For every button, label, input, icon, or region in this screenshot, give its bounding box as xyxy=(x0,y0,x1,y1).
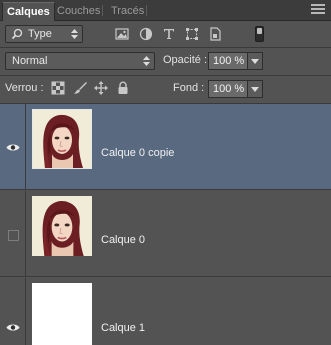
panel-menu-icon[interactable] xyxy=(311,4,325,16)
blend-mode-dropdown[interactable]: Normal xyxy=(5,52,155,70)
filter-toggle-switch[interactable] xyxy=(255,26,264,42)
divider xyxy=(0,47,331,48)
blend-row: Normal Opacité : 100 % xyxy=(0,49,331,73)
layer-thumbnail-white[interactable] xyxy=(32,283,92,345)
lock-row: Verrou : Fond : 100 % xyxy=(0,77,331,101)
filter-kind-dropdown[interactable]: Type xyxy=(5,25,83,43)
lock-pixels-brush-icon[interactable] xyxy=(73,81,87,95)
filter-kind-value: Type xyxy=(28,28,52,40)
eye-icon[interactable] xyxy=(6,323,20,332)
panel-tab-bar: Calques Couches Tracés xyxy=(0,0,331,21)
visibility-toggle-empty[interactable] xyxy=(8,230,19,241)
tab-traces[interactable]: Tracés xyxy=(107,2,148,21)
type-layer-filter-icon[interactable] xyxy=(160,25,178,43)
pixel-layer-filter-icon[interactable] xyxy=(113,25,131,43)
opacity-input[interactable]: 100 % xyxy=(208,52,248,70)
smart-object-filter-icon[interactable] xyxy=(206,25,224,43)
visibility-column[interactable] xyxy=(0,191,26,276)
blend-mode-value: Normal xyxy=(12,55,48,67)
tab-separator xyxy=(146,5,147,16)
layer-thumbnail-portrait[interactable] xyxy=(32,196,92,256)
layer-row-calque-0[interactable]: Calque 0 xyxy=(0,191,331,277)
search-icon xyxy=(11,28,23,40)
lock-all-padlock-icon[interactable] xyxy=(116,81,130,95)
layer-thumbnail-portrait[interactable] xyxy=(32,109,92,169)
layer-name[interactable]: Calque 0 xyxy=(101,234,145,246)
fill-input[interactable]: 100 % xyxy=(208,80,248,98)
tab-calques[interactable]: Calques xyxy=(2,2,55,21)
layer-name[interactable]: Calque 1 xyxy=(101,322,145,334)
layer-filter-row: Type xyxy=(0,22,331,46)
layer-row-calque-0-copie[interactable]: Calque 0 copie xyxy=(0,104,331,190)
layers-list: Calque 0 copie Calque 0 Calque 1 xyxy=(0,104,331,345)
lock-label: Verrou : xyxy=(5,82,44,94)
adjustment-layer-filter-icon[interactable] xyxy=(137,25,155,43)
opacity-slider-button[interactable] xyxy=(248,52,263,70)
shape-layer-filter-icon[interactable] xyxy=(183,25,201,43)
stepper-arrows-icon xyxy=(143,55,150,67)
chevron-down-icon xyxy=(251,59,259,64)
lock-position-move-icon[interactable] xyxy=(94,81,108,95)
divider xyxy=(0,75,331,76)
visibility-column[interactable] xyxy=(0,278,26,345)
chevron-down-icon xyxy=(251,87,259,92)
layer-name[interactable]: Calque 0 copie xyxy=(101,147,174,159)
tab-separator xyxy=(102,5,103,16)
visibility-column[interactable] xyxy=(0,104,26,189)
lock-transparency-icon[interactable] xyxy=(51,81,65,95)
fill-label: Fond : xyxy=(173,82,205,94)
layer-row-calque-1[interactable]: Calque 1 xyxy=(0,278,331,345)
stepper-arrows-icon xyxy=(71,28,78,40)
eye-icon[interactable] xyxy=(6,143,20,152)
fill-slider-button[interactable] xyxy=(248,80,263,98)
tab-couches[interactable]: Couches xyxy=(53,2,104,21)
opacity-label: Opacité : xyxy=(163,54,208,66)
